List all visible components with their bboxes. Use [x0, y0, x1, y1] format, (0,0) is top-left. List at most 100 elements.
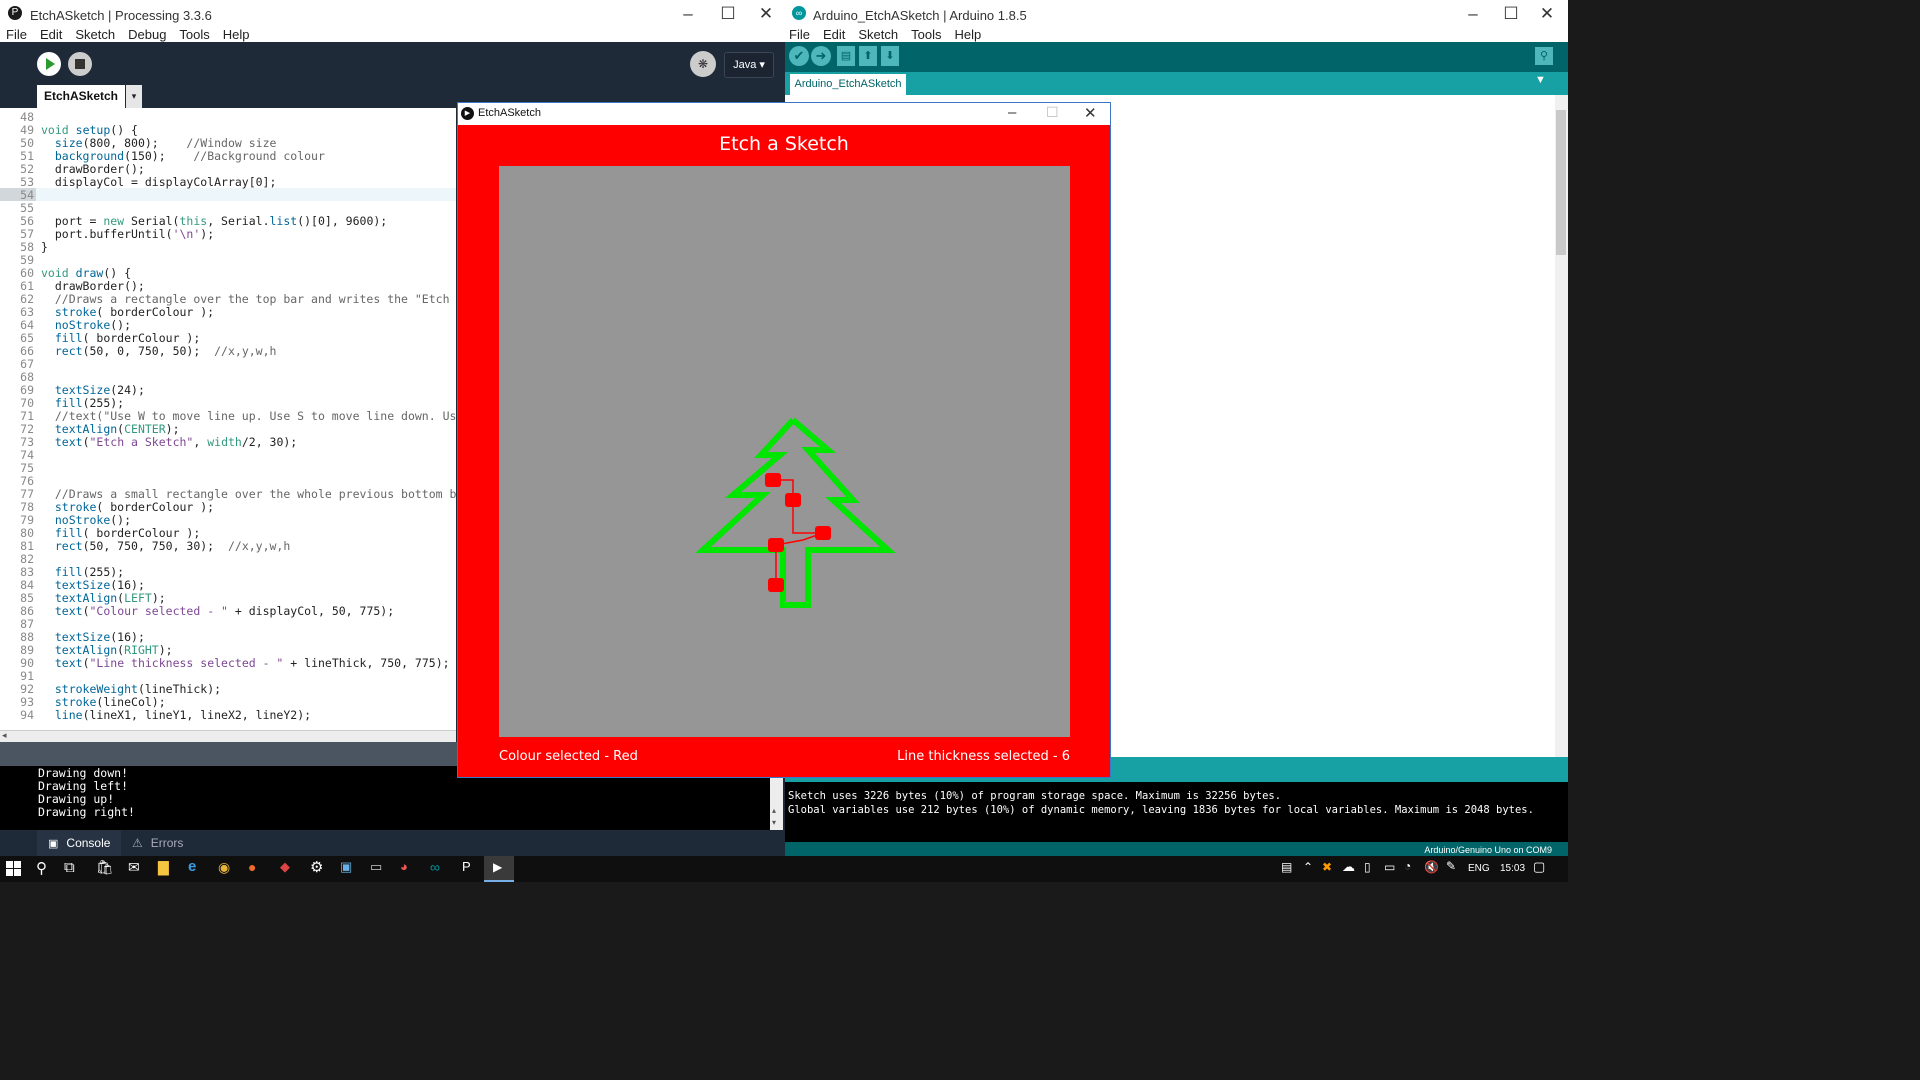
line-number: 66	[20, 344, 34, 358]
stop-button[interactable]	[68, 52, 92, 76]
code-editor[interactable]: 48 49 void setup() {50 size(800, 800); //W…	[0, 108, 456, 730]
line-number: 94	[20, 708, 34, 722]
processing-tab[interactable]: EtchASketch	[37, 85, 125, 108]
menu-sketch[interactable]: Sketch	[858, 27, 898, 42]
show-hidden-icons-icon[interactable]: ⌃	[1303, 860, 1313, 874]
tab-menu-icon[interactable]: ▼	[1535, 74, 1546, 86]
stop-icon	[75, 59, 85, 69]
arduino-app-icon: ∞	[792, 6, 806, 20]
line-number: 82	[20, 552, 34, 566]
arduino-editor-scrollbar[interactable]	[1555, 95, 1568, 757]
maximize-icon[interactable]: ☐	[708, 4, 748, 24]
maximize-icon[interactable]: ☐	[1491, 4, 1531, 24]
code-line: strokeWeight(lineThick);	[54, 682, 222, 696]
code-line: port.bufferUntil('\n');	[41, 227, 215, 241]
task-view-icon[interactable]: ⧉	[64, 859, 75, 876]
maximize-icon: ☐	[1046, 104, 1059, 120]
code-line: noStroke();	[54, 513, 132, 527]
code-line: //text("Use W to move line up. Use S to …	[54, 409, 456, 423]
minimize-icon[interactable]: –	[1453, 4, 1493, 24]
app-icon[interactable]: ◆	[280, 859, 290, 875]
menu-file[interactable]: File	[6, 27, 27, 42]
arduino-tab[interactable]: Arduino_EtchASketch	[790, 74, 906, 95]
processing-icon[interactable]: P	[462, 859, 471, 874]
pen-icon[interactable]: ✎	[1446, 859, 1456, 873]
sketch-app-icon: ▶	[461, 107, 474, 120]
code-line: //Draws a rectangle over the top bar and…	[54, 292, 450, 306]
red-mark	[768, 578, 784, 592]
scroll-thumb[interactable]	[1556, 110, 1566, 255]
menu-sketch[interactable]: Sketch	[75, 27, 115, 42]
language-indicator[interactable]: ENG	[1468, 863, 1490, 874]
windows-start-button[interactable]	[4, 860, 24, 878]
close-icon[interactable]: ✕	[746, 4, 786, 24]
serial-monitor-button[interactable]: ⚲	[1535, 47, 1553, 65]
menu-debug[interactable]: Debug	[128, 27, 166, 42]
sketch-canvas[interactable]: Etch a Sketch Colour selected - Red Line…	[458, 125, 1110, 777]
code-line: fill(255);	[54, 565, 125, 579]
run-button[interactable]	[37, 52, 61, 76]
clock[interactable]: 15:03	[1500, 863, 1525, 874]
cmd-icon[interactable]: ▭	[370, 859, 382, 875]
code-line: rect(50, 750, 750, 30); //x,y,w,h	[54, 539, 291, 553]
code-line: //Draws a small rectangle over the whole…	[54, 487, 456, 501]
minimize-icon[interactable]: –	[668, 4, 708, 24]
board-info: Arduino/Genuino Uno on COM9	[1424, 845, 1552, 855]
tab-menu-button[interactable]: ▾	[126, 85, 142, 108]
console-tab[interactable]: ▣ Console	[37, 830, 121, 856]
console-icon: ▣	[48, 838, 59, 850]
minimize-icon[interactable]: –	[1008, 104, 1016, 121]
notifications-icon[interactable]: ▢	[1533, 859, 1545, 875]
menu-tools[interactable]: Tools	[911, 27, 941, 42]
chrome-icon[interactable]: ◉	[218, 859, 230, 876]
open-icon: ⬆	[863, 50, 873, 62]
errors-tab[interactable]: ⚠ Errors	[128, 830, 212, 856]
menu-tools[interactable]: Tools	[179, 27, 209, 42]
code-line: size(800, 800); //Window size	[54, 136, 277, 150]
upload-button[interactable]: ➜	[811, 46, 831, 66]
wifi-icon[interactable]: ◔	[1404, 859, 1411, 873]
menu-help[interactable]: Help	[954, 27, 981, 42]
open-button[interactable]: ⬆	[859, 46, 877, 66]
close-icon[interactable]: ✕	[1527, 4, 1567, 24]
tray-app-icon[interactable]: ▭	[1384, 860, 1395, 874]
scroll-up-icon[interactable]: ▴	[772, 806, 776, 815]
battery-icon[interactable]: ▯	[1364, 860, 1371, 874]
file-explorer-icon[interactable]: ▇	[158, 859, 169, 876]
search-icon[interactable]: ⚲	[36, 859, 47, 877]
line-number: 89	[20, 643, 34, 657]
menu-edit[interactable]: Edit	[40, 27, 62, 42]
mode-selector[interactable]: Java ▾	[724, 52, 774, 78]
close-icon[interactable]: ✕	[1084, 104, 1097, 122]
menu-file[interactable]: File	[789, 27, 810, 42]
scroll-left-icon[interactable]: ◂	[2, 730, 7, 741]
debug-button[interactable]: ❋	[690, 51, 716, 77]
mail-icon[interactable]: ✉	[128, 859, 140, 876]
sketch-titlebar[interactable]: ▶ EtchASketch – ☐ ✕	[458, 103, 1110, 125]
scroll-down-icon[interactable]: ▾	[772, 818, 776, 827]
code-line: void setup() {	[41, 123, 138, 137]
verify-button[interactable]: ✔	[789, 46, 809, 66]
arduino-icon[interactable]: ∞	[430, 859, 440, 875]
arduino-menubar: File Edit Sketch Tools Help	[789, 27, 994, 42]
menu-help[interactable]: Help	[223, 27, 250, 42]
volume-muted-icon[interactable]: 🔇	[1424, 860, 1439, 874]
save-button[interactable]: ⬇	[881, 46, 899, 66]
firefox-icon[interactable]: ●	[248, 859, 256, 875]
menu-edit[interactable]: Edit	[823, 27, 845, 42]
arduino-titlebar[interactable]: ∞ Arduino_EtchASketch | Arduino 1.8.5 – …	[785, 0, 1568, 26]
run-sketch-taskbar-item[interactable]: ▶	[484, 856, 514, 882]
line-number: 54	[20, 188, 34, 202]
processing-titlebar[interactable]: P EtchASketch | Processing 3.3.6 – ☐ ✕	[0, 0, 785, 26]
tray-app-icon[interactable]: ▤	[1281, 860, 1292, 874]
new-button[interactable]: ▤	[837, 46, 855, 66]
settings-icon[interactable]: ⚙	[310, 858, 323, 876]
terminal-icon[interactable]: ▣	[340, 859, 352, 875]
store-icon[interactable]: 🛍	[96, 859, 114, 876]
editor-scrollbar-horizontal[interactable]: ◂	[0, 730, 456, 742]
code-line: textSize(16);	[54, 630, 145, 644]
edge-icon[interactable]: e	[188, 858, 196, 875]
onedrive-icon[interactable]: ☁	[1342, 859, 1355, 875]
paint-icon[interactable]: ◕	[400, 859, 408, 874]
tray-app-icon[interactable]: ✖	[1322, 860, 1332, 874]
